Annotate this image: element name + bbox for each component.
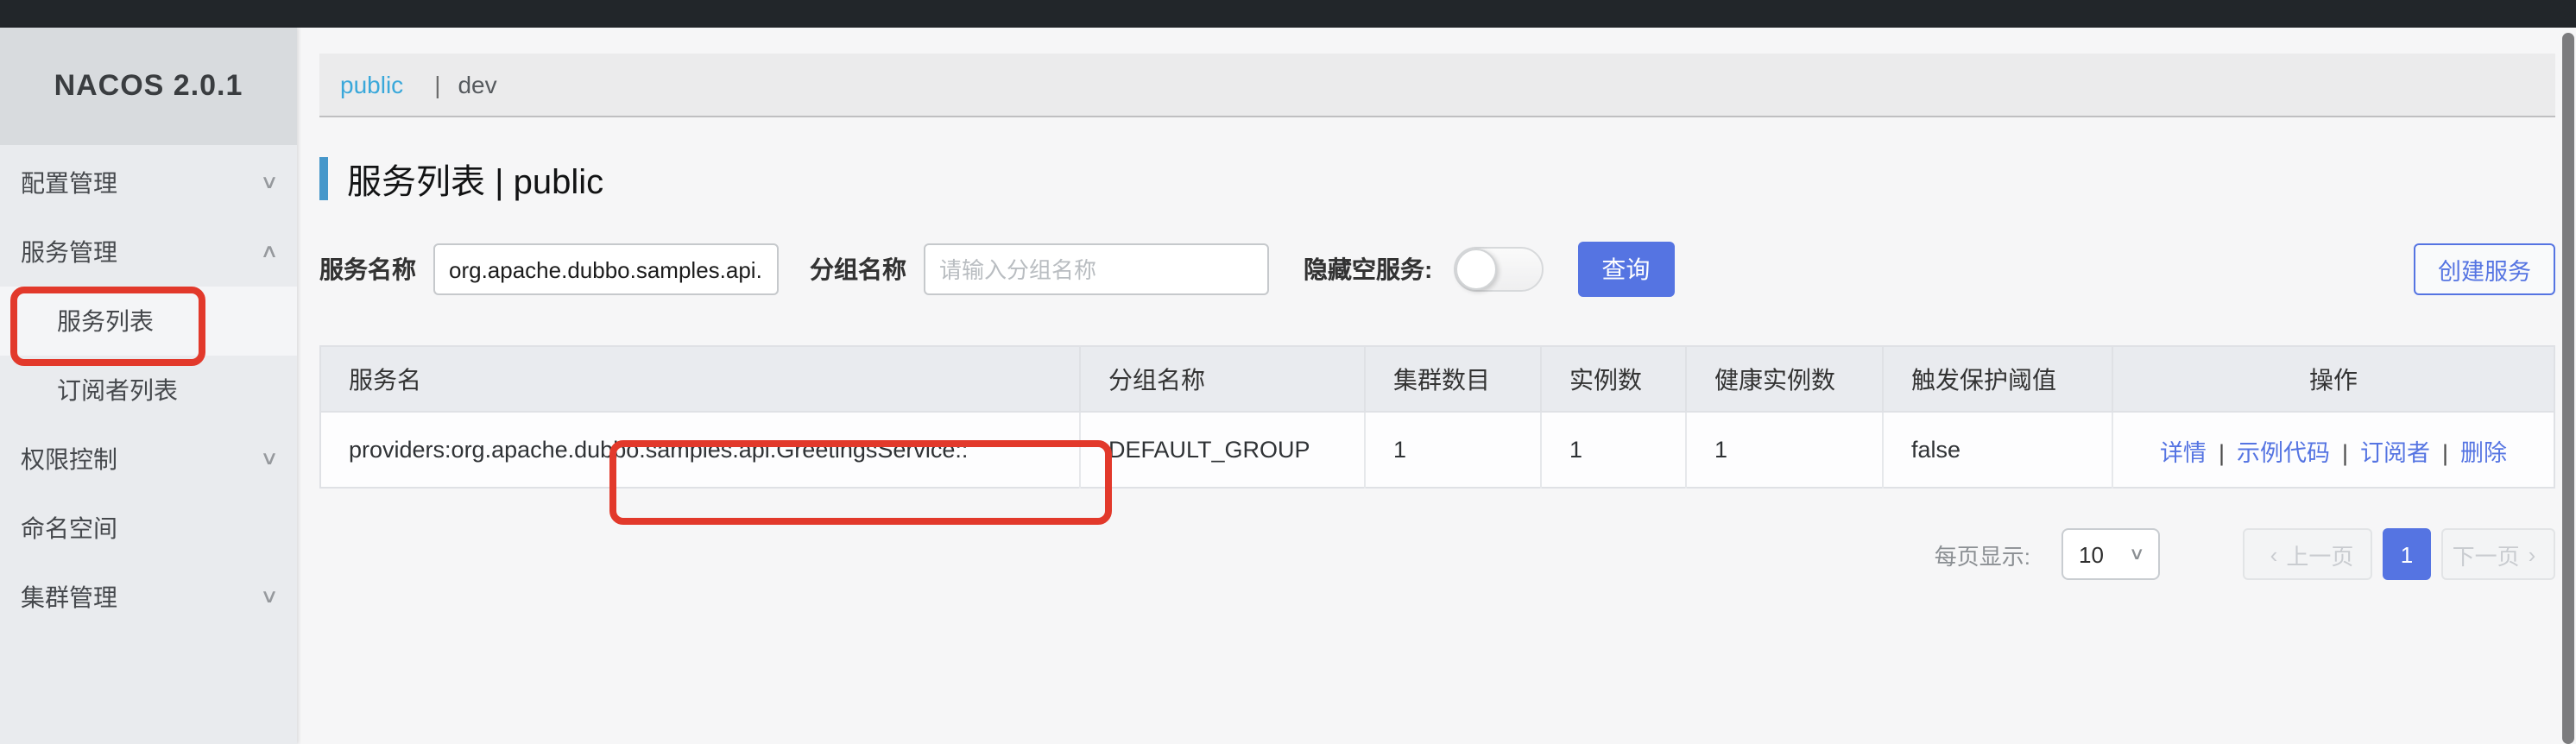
cell-healthy-instance-count: 1 <box>1686 412 1883 488</box>
column-header-service-name: 服务名 <box>320 346 1080 412</box>
create-service-button[interactable]: 创建服务 <box>2414 243 2555 295</box>
breadcrumb: public | dev <box>319 54 2555 117</box>
detail-link[interactable]: 详情 <box>2160 439 2207 465</box>
cell-protect-threshold: false <box>1883 412 2112 488</box>
next-page-label: 下一页 <box>2453 538 2520 571</box>
search-toolbar: 服务名称 分组名称 隐藏空服务: 查询 创建服务 <box>319 228 2555 311</box>
column-header-healthy-instance-count: 健康实例数 <box>1686 346 1883 412</box>
sidebar-item-config-management[interactable]: 配置管理 ∨ <box>0 148 297 218</box>
breadcrumb-divider: | <box>434 71 440 98</box>
sidebar-item-label: 配置管理 <box>21 166 117 200</box>
prev-page-label: 上一页 <box>2286 538 2353 571</box>
service-name-input[interactable] <box>433 243 779 295</box>
pagination: 每页显示: 10 ∨ ‹ 上一页 1 下一页 › <box>319 528 2555 580</box>
group-name-input[interactable] <box>924 243 1269 295</box>
sidebar-item-service-management[interactable]: 服务管理 ∧ <box>0 218 297 287</box>
cell-cluster-count: 1 <box>1365 412 1541 488</box>
page-size-value: 10 <box>2079 541 2104 567</box>
app-window: NACOS 2.0.1 配置管理 ∨ 服务管理 ∧ 服务列表 订阅者列表 权限控… <box>0 0 2576 744</box>
column-header-group-name: 分组名称 <box>1080 346 1365 412</box>
query-button[interactable]: 查询 <box>1577 242 1674 297</box>
chevron-right-icon: › <box>2529 541 2536 567</box>
app-logo: NACOS 2.0.1 <box>0 28 297 145</box>
prev-page-button[interactable]: ‹ 上一页 <box>2243 528 2372 580</box>
page-size-select[interactable]: 10 ∨ <box>2061 528 2160 580</box>
page-size-label: 每页显示: <box>1935 538 2030 571</box>
sidebar-item-namespace[interactable]: 命名空间 <box>0 494 297 563</box>
service-name-label: 服务名称 <box>319 252 416 287</box>
column-header-instance-count: 实例数 <box>1541 346 1686 412</box>
column-header-operation: 操作 <box>2112 346 2554 412</box>
chevron-left-icon: ‹ <box>2270 541 2278 567</box>
sidebar-item-label: 命名空间 <box>21 511 117 545</box>
page-title: 服务列表 | public <box>347 154 603 204</box>
sidebar-item-cluster-management[interactable]: 集群管理 ∨ <box>0 563 297 632</box>
sidebar-item-label: 订阅者列表 <box>57 373 178 407</box>
breadcrumb-namespace-dev[interactable]: dev <box>458 71 496 98</box>
column-header-protect-threshold: 触发保护阈值 <box>1883 346 2112 412</box>
chevron-down-icon: ∨ <box>260 588 279 607</box>
chevron-down-icon: ∨ <box>2128 545 2144 564</box>
sidebar-item-subscriber-list[interactable]: 订阅者列表 <box>0 356 297 425</box>
chevron-down-icon: ∨ <box>260 173 279 192</box>
title-accent-bar <box>319 157 328 200</box>
sidebar-item-permission-control[interactable]: 权限控制 ∨ <box>0 425 297 494</box>
delete-link[interactable]: 删除 <box>2460 439 2507 465</box>
sidebar: NACOS 2.0.1 配置管理 ∨ 服务管理 ∧ 服务列表 订阅者列表 权限控… <box>0 28 297 744</box>
current-page-button[interactable]: 1 <box>2383 528 2431 580</box>
cell-operations: 详情 | 示例代码 | 订阅者 | 删除 <box>2112 412 2554 488</box>
sidebar-item-label: 集群管理 <box>21 580 117 615</box>
top-bar <box>0 0 2576 28</box>
sidebar-item-label: 服务管理 <box>21 235 117 269</box>
sidebar-item-label: 服务列表 <box>57 304 154 338</box>
column-header-cluster-count: 集群数目 <box>1365 346 1541 412</box>
page-title-namespace: public <box>514 164 604 202</box>
hide-empty-service-toggle[interactable] <box>1453 247 1543 292</box>
page-title-text: 服务列表 <box>347 164 485 202</box>
chevron-up-icon: ∧ <box>260 243 279 262</box>
next-page-button[interactable]: 下一页 › <box>2441 528 2555 580</box>
main-content: public | dev 服务列表 | public 服务名称 分组名称 隐藏空… <box>297 28 2576 744</box>
sidebar-item-label: 权限控制 <box>21 442 117 476</box>
sample-code-link[interactable]: 示例代码 <box>2237 439 2330 465</box>
sidebar-nav: 配置管理 ∨ 服务管理 ∧ 服务列表 订阅者列表 权限控制 ∨ 命名空间 集群管… <box>0 145 297 632</box>
action-divider: | <box>2342 439 2348 465</box>
service-table: 服务名 分组名称 集群数目 实例数 健康实例数 触发保护阈值 操作 provid… <box>319 345 2555 489</box>
cell-service-name: providers:org.apache.dubbo.samples.api.G… <box>320 412 1080 488</box>
sidebar-item-service-list[interactable]: 服务列表 <box>0 287 297 356</box>
table-row: providers:org.apache.dubbo.samples.api.G… <box>320 412 2554 488</box>
action-divider: | <box>2442 439 2448 465</box>
chevron-down-icon: ∨ <box>260 450 279 469</box>
page-title-divider: | <box>495 164 503 202</box>
action-divider: | <box>2219 439 2225 465</box>
breadcrumb-namespace-public[interactable]: public <box>340 71 403 98</box>
table-header-row: 服务名 分组名称 集群数目 实例数 健康实例数 触发保护阈值 操作 <box>320 346 2554 412</box>
cell-group-name: DEFAULT_GROUP <box>1080 412 1365 488</box>
hide-empty-service-label: 隐藏空服务: <box>1304 252 1432 287</box>
toggle-knob <box>1455 249 1496 290</box>
subscriber-link[interactable]: 订阅者 <box>2360 439 2430 465</box>
vertical-scrollbar-thumb[interactable] <box>2562 33 2574 744</box>
group-name-label: 分组名称 <box>810 252 906 287</box>
cell-instance-count: 1 <box>1541 412 1686 488</box>
page-title-row: 服务列表 | public <box>319 154 2555 204</box>
